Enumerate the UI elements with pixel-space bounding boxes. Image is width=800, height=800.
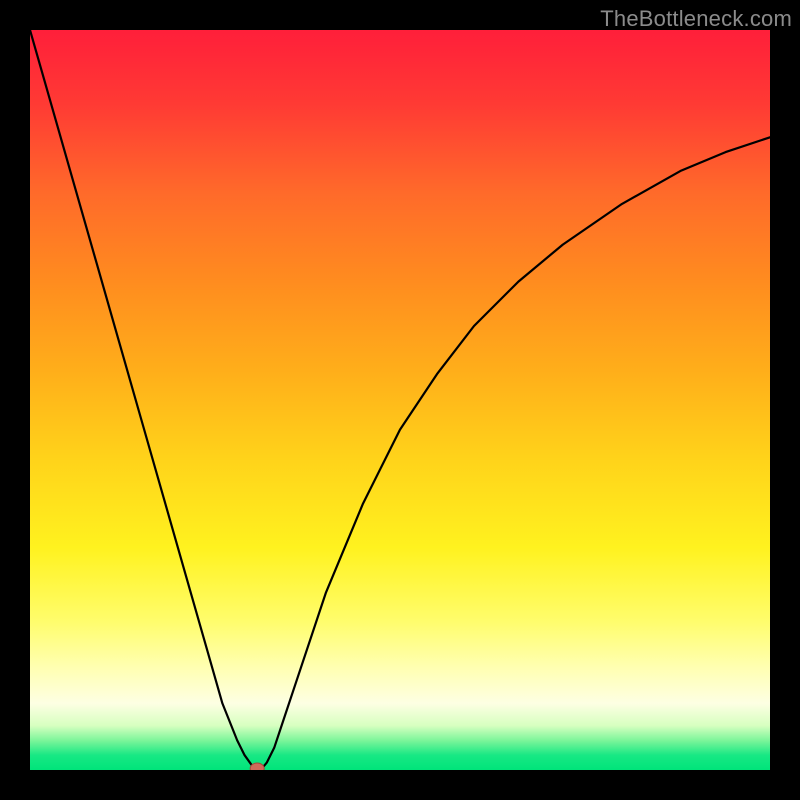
watermark-text: TheBottleneck.com	[600, 6, 792, 32]
plot-area	[30, 30, 770, 770]
bottleneck-curve	[30, 30, 770, 769]
curve-layer	[30, 30, 770, 770]
chart-stage: TheBottleneck.com	[0, 0, 800, 800]
minimum-marker-icon	[250, 763, 264, 770]
